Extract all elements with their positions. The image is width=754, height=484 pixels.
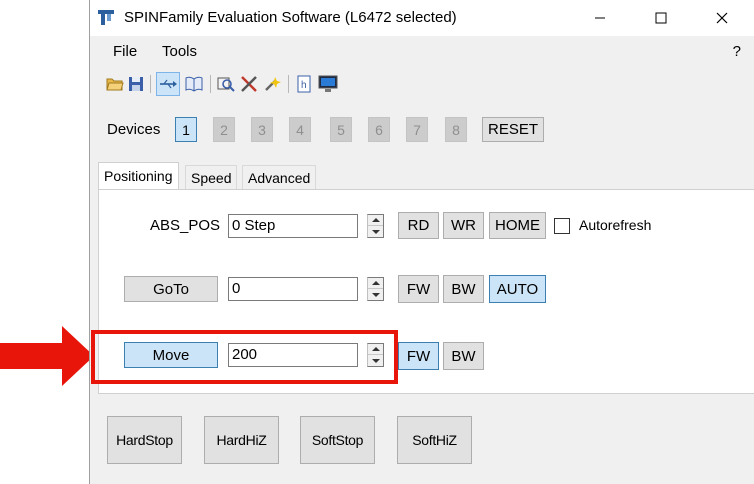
usb-connect-icon[interactable] [156, 72, 180, 96]
header-file-icon[interactable]: h [294, 74, 314, 94]
goto-auto-button[interactable]: AUTO [489, 275, 546, 303]
svg-text:h: h [301, 80, 307, 91]
toolbar: h [90, 70, 410, 98]
tab-positioning[interactable]: Positioning [98, 162, 179, 189]
device-1-button[interactable]: 1 [175, 117, 197, 142]
tools-icon[interactable] [239, 74, 259, 94]
annotation-arrow [0, 326, 94, 386]
abs-pos-field[interactable]: 0 Step [228, 214, 358, 238]
device-5-button[interactable]: 5 [330, 117, 352, 142]
goto-spinner[interactable] [367, 277, 384, 301]
abs-pos-rd-button[interactable]: RD [398, 212, 439, 239]
autorefresh-checkbox[interactable] [554, 218, 570, 234]
folder-open-icon[interactable] [105, 74, 125, 94]
menu-file[interactable]: File [113, 43, 137, 60]
goto-button[interactable]: GoTo [124, 276, 218, 302]
window-title: SPINFamily Evaluation Software (L6472 se… [124, 9, 457, 26]
manual-icon[interactable] [184, 74, 204, 94]
toolbar-separator [150, 75, 151, 93]
move-bw-button[interactable]: BW [443, 342, 484, 370]
maximize-button[interactable] [638, 0, 684, 36]
device-3-button[interactable]: 3 [251, 117, 273, 142]
device-4-button[interactable]: 4 [289, 117, 311, 142]
menu-bar: File Tools ? [90, 40, 754, 64]
title-bar[interactable]: SPINFamily Evaluation Software (L6472 se… [90, 0, 754, 36]
tab-advanced[interactable]: Advanced [242, 165, 317, 189]
device-6-button[interactable]: 6 [368, 117, 390, 142]
annotation-highlight-box [91, 330, 398, 384]
menu-tools[interactable]: Tools [162, 43, 197, 60]
toolbar-separator [288, 75, 289, 93]
abs-pos-spinner[interactable] [367, 214, 384, 238]
save-icon[interactable] [126, 74, 146, 94]
app-window: SPINFamily Evaluation Software (L6472 se… [89, 0, 754, 484]
tab-speed[interactable]: Speed [185, 165, 238, 189]
move-fw-button[interactable]: FW [398, 342, 439, 370]
device-8-button[interactable]: 8 [445, 117, 467, 142]
spin-up-icon[interactable] [368, 215, 383, 226]
device-7-button[interactable]: 7 [406, 117, 428, 142]
minimize-button[interactable] [577, 0, 623, 36]
inspect-icon[interactable] [216, 74, 236, 94]
hard-stop-button[interactable]: HardStop [107, 416, 182, 464]
abs-pos-wr-button[interactable]: WR [443, 212, 484, 239]
terminal-icon[interactable] [318, 74, 338, 94]
goto-bw-button[interactable]: BW [443, 275, 484, 303]
spin-down-icon[interactable] [368, 226, 383, 237]
help-menu[interactable]: ? [733, 43, 741, 60]
abs-pos-label: ABS_POS [150, 217, 221, 234]
close-button[interactable] [699, 0, 745, 36]
device-2-button[interactable]: 2 [213, 117, 235, 142]
goto-fw-button[interactable]: FW [398, 275, 439, 303]
goto-field[interactable]: 0 [228, 277, 358, 301]
wand-icon[interactable] [262, 74, 282, 94]
home-button[interactable]: HOME [489, 212, 546, 239]
hard-hiz-button[interactable]: HardHiZ [204, 416, 279, 464]
app-logo-icon [98, 9, 114, 25]
soft-hiz-button[interactable]: SoftHiZ [397, 416, 472, 464]
devices-label: Devices [107, 121, 161, 138]
spin-down-icon[interactable] [368, 289, 383, 300]
autorefresh-label: Autorefresh [579, 217, 652, 233]
soft-stop-button[interactable]: SoftStop [300, 416, 375, 464]
toolbar-separator [210, 75, 211, 93]
spin-up-icon[interactable] [368, 278, 383, 289]
reset-button[interactable]: RESET [482, 117, 544, 142]
